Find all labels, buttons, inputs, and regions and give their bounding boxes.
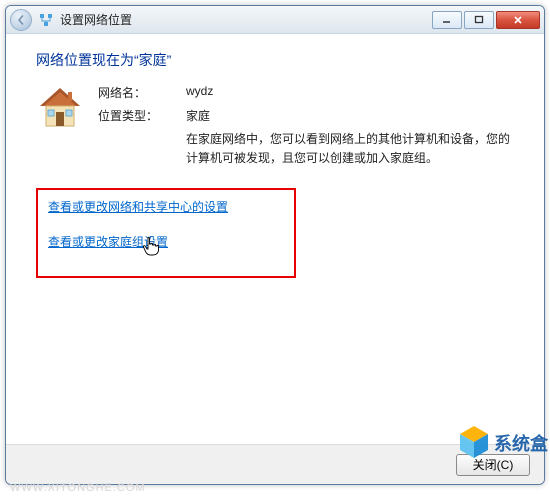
location-type-label: 位置类型： (98, 107, 186, 124)
close-icon (513, 15, 523, 25)
dialog-window: 设置网络位置 网络位置现在为“家庭” (5, 5, 545, 485)
network-name-label: 网络名： (98, 84, 186, 101)
link-homegroup-settings[interactable]: 查看或更改家庭组设置 (48, 233, 168, 250)
watermark-text: WWW.XITONGHE.COM (10, 482, 146, 494)
network-location-icon (38, 12, 54, 28)
titlebar: 设置网络位置 (6, 6, 544, 34)
brand-logo: 系统盒 (458, 422, 550, 466)
dialog-content: 网络位置现在为“家庭” 网络名： wydz (6, 34, 544, 444)
network-name-line: 网络名： wydz (98, 84, 514, 101)
network-info-row: 网络名： wydz 位置类型： 家庭 在家庭网络中，您可以看到网络上的其他计算机… (36, 84, 514, 168)
window-controls (432, 11, 540, 29)
location-type-line: 位置类型： 家庭 (98, 107, 514, 124)
page-heading: 网络位置现在为“家庭” (36, 50, 514, 70)
close-window-button[interactable] (496, 11, 540, 29)
link-highlight-box: 查看或更改网络和共享中心的设置 查看或更改家庭组设置 (36, 188, 296, 278)
location-description: 在家庭网络中，您可以看到网络上的其他计算机和设备，您的计算机可被发现，且您可以创… (186, 130, 514, 168)
network-details: 网络名： wydz 位置类型： 家庭 在家庭网络中，您可以看到网络上的其他计算机… (98, 84, 514, 168)
window-title: 设置网络位置 (60, 11, 432, 28)
link-network-sharing-center[interactable]: 查看或更改网络和共享中心的设置 (48, 198, 228, 215)
arrow-left-icon (16, 15, 26, 25)
location-type-value: 家庭 (186, 107, 514, 124)
home-network-icon (36, 84, 84, 132)
brand-text: 系统盒 (494, 433, 549, 454)
minimize-button[interactable] (432, 11, 462, 29)
back-button[interactable] (10, 9, 32, 31)
network-name-value: wydz (186, 84, 514, 101)
minimize-icon (442, 15, 452, 25)
maximize-icon (474, 15, 484, 25)
maximize-button[interactable] (464, 11, 494, 29)
